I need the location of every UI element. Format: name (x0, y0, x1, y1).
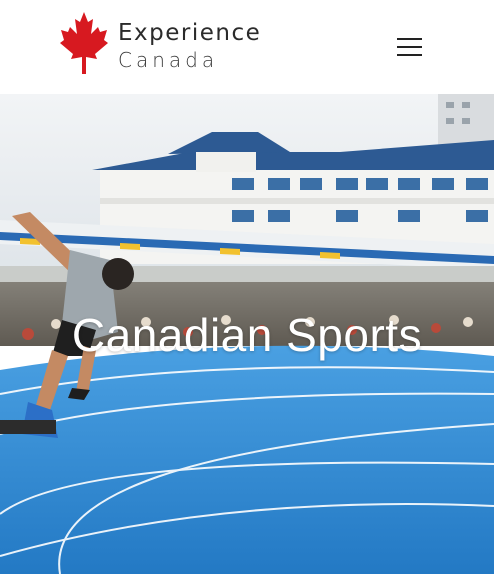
brand-name-line2: Canada (118, 48, 219, 72)
brand-name-line1: Experience (118, 20, 262, 46)
hamburger-menu-icon[interactable] (396, 33, 424, 61)
hero-title: Canadian Sports (71, 309, 423, 361)
hero-banner: Canadian Sports (0, 94, 494, 574)
menu-bar-bottom (397, 54, 422, 56)
menu-bar-middle (397, 46, 422, 48)
maple-leaf-icon (60, 12, 108, 74)
site-header: Experience Canada (0, 0, 494, 94)
menu-bar-top (397, 38, 422, 40)
brand-logo-link[interactable]: Experience Canada (60, 12, 260, 76)
